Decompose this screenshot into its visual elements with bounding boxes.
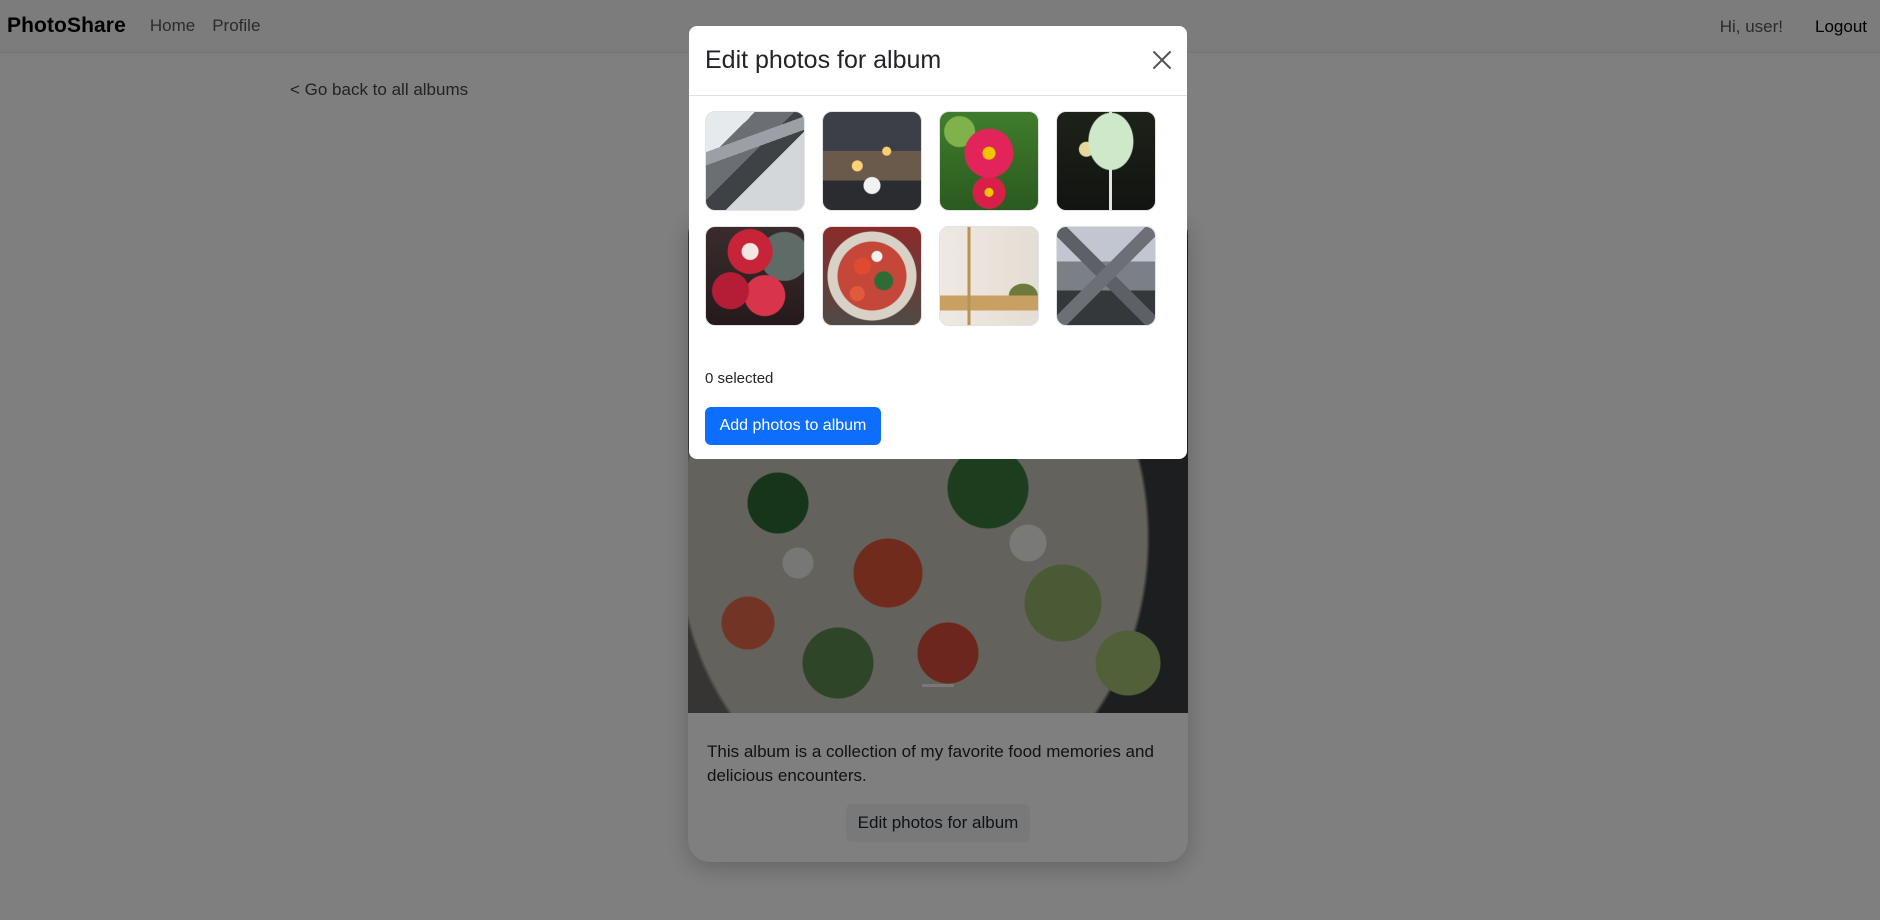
photo-thumb-snowy-mountain[interactable] (705, 111, 805, 211)
photo-grid (705, 111, 1156, 326)
add-photos-button[interactable]: Add photos to album (705, 407, 881, 445)
modal-header: Edit photos for album (689, 26, 1187, 96)
photo-thumb-salad[interactable] (822, 226, 922, 326)
modal-title: Edit photos for album (705, 46, 942, 74)
photo-thumb-cocktail[interactable] (1056, 111, 1156, 211)
selected-count: 0 selected (705, 370, 774, 387)
photo-thumb-apples[interactable] (705, 226, 805, 326)
close-icon[interactable] (1151, 49, 1173, 71)
photo-thumb-pink-flowers[interactable] (939, 111, 1039, 211)
photo-thumb-bathroom[interactable] (939, 226, 1039, 326)
edit-photos-modal: Edit photos for album 0 selected Add pho… (689, 26, 1187, 459)
photo-thumb-city-night[interactable] (822, 111, 922, 211)
photo-thumb-mountain-peak[interactable] (1056, 226, 1156, 326)
